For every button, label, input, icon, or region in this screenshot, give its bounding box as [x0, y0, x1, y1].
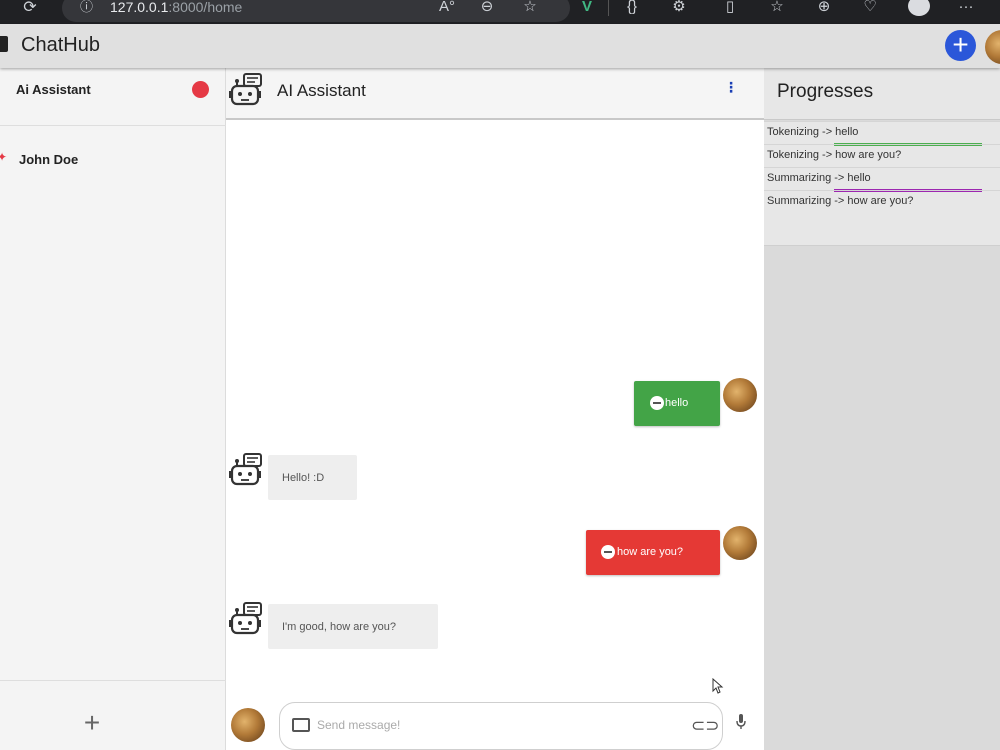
contact-name: John Doe	[19, 152, 79, 167]
progress-heading: Progresses	[764, 68, 1000, 120]
toolbar-divider	[608, 0, 609, 16]
progress-list: Tokenizing -> hello Tokenizing -> how ar…	[764, 121, 1000, 246]
attach-link-icon[interactable]: ⊂⊃	[691, 716, 720, 736]
read-aloud-icon[interactable]: A°	[437, 0, 457, 14]
user-avatar	[723, 526, 757, 560]
neutral-face-icon	[601, 545, 615, 559]
vue-devtools-icon[interactable]: V	[577, 0, 597, 14]
split-screen-icon[interactable]: ▯	[720, 0, 740, 14]
favorites-icon[interactable]: ☆	[767, 0, 787, 14]
message-icon	[292, 718, 310, 732]
message-input[interactable]	[317, 718, 677, 732]
message-bubble-incoming: Hello! :D	[268, 455, 357, 500]
url-host: 127.0.0.1	[110, 0, 169, 15]
user-avatar	[231, 708, 265, 742]
contact-ai-assistant[interactable]: Ai Assistant	[0, 68, 226, 126]
message-input-box[interactable]: ⊂⊃	[279, 702, 723, 750]
add-contact-button[interactable]: +	[80, 709, 104, 737]
status-dot	[192, 81, 209, 98]
user-avatar[interactable]	[985, 30, 1000, 64]
contact-john-doe[interactable]: ✦ John Doe	[0, 144, 226, 199]
microphone-icon[interactable]	[736, 714, 746, 730]
contacts-sidebar: Ai Assistant ✦ John Doe +	[0, 68, 226, 750]
neutral-face-icon	[650, 396, 664, 410]
chat-pane: AI Assistant ⋮ hello Hello! :D how are y…	[226, 68, 764, 750]
message-text: Hello! :D	[282, 472, 325, 484]
progress-label: Summarizing -> hello	[767, 172, 871, 184]
marker-icon: ✦	[0, 150, 8, 164]
progress-item: Tokenizing -> how are you?	[764, 144, 1000, 167]
chat-menu-icon[interactable]: ⋮	[724, 80, 738, 94]
reload-icon[interactable]: ⟳	[20, 0, 40, 18]
user-avatar	[723, 378, 757, 412]
message-text: hello	[665, 397, 689, 409]
message-text: how are you?	[617, 546, 684, 558]
progress-panel: Progresses Tokenizing -> hello Tokenizin…	[764, 68, 1000, 750]
chat-header: AI Assistant ⋮	[226, 68, 764, 120]
message-bubble-outgoing: how are you?	[586, 530, 720, 575]
profile-icon[interactable]	[908, 0, 930, 16]
progress-title: Progresses	[777, 81, 874, 102]
contact-name: Ai Assistant	[16, 82, 91, 97]
browser-essentials-icon[interactable]: ♡	[860, 0, 880, 14]
robot-icon	[229, 453, 262, 486]
collections-icon[interactable]: ⊕	[814, 0, 834, 14]
extensions-icon[interactable]: ⚙	[669, 0, 689, 14]
message-bubble-incoming: I'm good, how are you?	[268, 604, 438, 649]
browser-toolbar: ⟳ ⓘ 127.0.0.1:8000/home A° ⊖ ☆ V {} ⚙ ▯ …	[0, 0, 1000, 24]
new-chat-button[interactable]: +	[945, 30, 976, 61]
app-logo-icon	[0, 36, 8, 52]
mouse-cursor-icon	[712, 678, 724, 694]
json-extension-icon[interactable]: {}	[622, 0, 642, 14]
favorite-icon[interactable]: ☆	[520, 0, 540, 14]
progress-item: Summarizing -> hello	[764, 167, 1000, 192]
progress-label: Tokenizing -> how are you?	[767, 149, 902, 161]
progress-item: Summarizing -> how are you?	[764, 190, 1000, 213]
message-composer: ⊂⊃	[226, 700, 764, 750]
url-path: :8000/home	[168, 0, 243, 15]
app-header: ChatHub +	[0, 24, 1000, 68]
sidebar-footer: +	[0, 680, 226, 750]
url-text[interactable]: 127.0.0.1:8000/home	[110, 0, 242, 14]
app-title: ChatHub	[21, 34, 100, 56]
robot-icon	[229, 73, 262, 106]
progress-label: Tokenizing -> hello	[767, 126, 859, 138]
more-icon[interactable]: ···	[956, 0, 976, 14]
site-info-icon[interactable]: ⓘ	[80, 0, 93, 14]
message-text: I'm good, how are you?	[282, 621, 397, 633]
progress-label: Summarizing -> how are you?	[767, 195, 914, 207]
zoom-icon[interactable]: ⊖	[477, 0, 497, 14]
chat-title: AI Assistant	[277, 81, 366, 100]
robot-icon	[229, 602, 262, 635]
message-bubble-outgoing: hello	[634, 381, 720, 426]
progress-item: Tokenizing -> hello	[764, 121, 1000, 146]
